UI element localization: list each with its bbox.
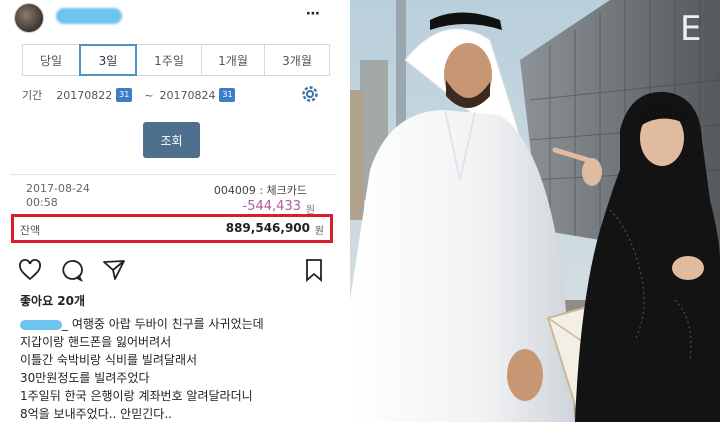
transaction-time: 00:58 xyxy=(26,196,58,209)
period-label: 기간 xyxy=(22,89,43,102)
tower xyxy=(350,90,364,220)
balance-value: 889,546,900 xyxy=(225,221,310,235)
more-options-icon[interactable]: ⋯ xyxy=(306,6,321,22)
caption-line: 8억을 보내주었다.. 안믿긴다.. xyxy=(20,407,172,421)
tab-1week[interactable]: 1주일 xyxy=(136,44,202,76)
transaction-code: 004009 : 체크카드 xyxy=(213,184,307,197)
post-header: ⋯ xyxy=(0,0,347,34)
likes-count[interactable]: 좋아요 20개 xyxy=(20,292,85,309)
bookmark-icon[interactable] xyxy=(302,258,326,282)
period-separator: ~ xyxy=(144,88,154,102)
calendar-icon[interactable]: 31 xyxy=(116,88,133,102)
balance-label: 잔액 xyxy=(20,224,41,237)
tab-today[interactable]: 당일 xyxy=(22,44,80,76)
blurred-username xyxy=(20,319,62,330)
balance-unit: 원 xyxy=(314,226,324,237)
balance-highlight-box: 잔액 889,546,900 원 xyxy=(11,214,333,243)
transaction-datetime: 2017-08-24 00:58 xyxy=(26,182,90,210)
share-icon[interactable] xyxy=(102,258,126,282)
caption-line: _ 여행중 아랍 두바이 친구를 사귀었는데 xyxy=(20,315,340,333)
divider xyxy=(10,174,335,175)
period-tabs: 당일 3일 1주일 1개월 3개월 xyxy=(22,44,332,76)
period-from[interactable]: 20170822 xyxy=(56,89,112,102)
transaction-amount: -544,433 xyxy=(242,199,301,214)
photo-illustration: E xyxy=(350,0,720,422)
period-to[interactable]: 20170824 xyxy=(159,89,215,102)
tower xyxy=(396,0,406,130)
post-caption: _ 여행중 아랍 두바이 친구를 사귀었는데 지갑이랑 핸드폰을 잃어버려서 이… xyxy=(20,315,340,422)
caption-line: 1주일뒤 한국 은행이랑 계좌번호 알려달라더니 xyxy=(20,389,253,403)
caption-line: 이틀간 숙박비랑 식비를 빌려달래서 xyxy=(20,353,198,367)
search-button[interactable]: 조회 xyxy=(143,122,200,158)
transaction-date: 2017-08-24 xyxy=(26,182,90,195)
tab-1month[interactable]: 1개월 xyxy=(201,44,265,76)
tab-3days[interactable]: 3일 xyxy=(79,44,137,76)
calendar-icon[interactable]: 31 xyxy=(219,88,236,102)
gear-icon[interactable] xyxy=(300,84,320,104)
tab-3months[interactable]: 3개월 xyxy=(264,44,330,76)
comment-icon[interactable] xyxy=(60,258,84,283)
caption-line: 지갑이랑 핸드폰을 잃어버려서 xyxy=(20,335,172,349)
caption-line: 30만원정도를 빌려주었다 xyxy=(20,371,150,385)
post-actions xyxy=(18,258,328,283)
building-sign: E xyxy=(680,9,701,49)
period-row: 기간 20170822 31 ~ 20170824 31 xyxy=(22,86,241,104)
blurred-username xyxy=(56,8,122,24)
photo-couple-in-dubai: E xyxy=(350,0,720,422)
instagram-post-screenshot: ⋯ 당일 3일 1주일 1개월 3개월 기간 20170822 31 ~ 201… xyxy=(0,0,347,422)
heart-icon[interactable] xyxy=(18,258,42,282)
avatar[interactable] xyxy=(14,3,44,33)
